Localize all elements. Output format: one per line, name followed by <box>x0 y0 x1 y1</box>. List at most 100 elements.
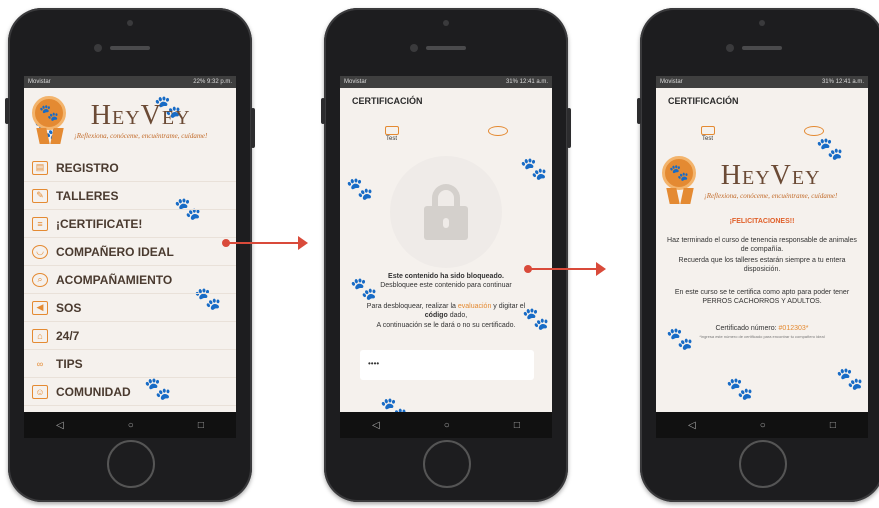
power-button <box>251 108 255 148</box>
menu-item-companero[interactable]: ◡ COMPAÑERO IDEAL <box>24 238 236 266</box>
recents-icon[interactable]: □ <box>514 420 520 431</box>
home-icon[interactable]: ○ <box>128 420 134 431</box>
certificate-icon: ≡ <box>32 216 48 231</box>
speaker <box>426 46 466 50</box>
camera <box>759 20 765 26</box>
code-word: código <box>424 312 448 320</box>
menu-item-label: TIPS <box>56 356 83 371</box>
code-input[interactable]: •••• <box>360 350 534 380</box>
home-icon[interactable]: ○ <box>444 420 450 431</box>
volume-button <box>637 98 641 124</box>
status-info: 22% 9:32 p.m. <box>193 79 232 85</box>
menu-item-label: 24/7 <box>56 328 80 343</box>
brand-name: HeyVey <box>720 160 821 191</box>
status-info: 31% 12:41 a.m. <box>821 79 864 85</box>
menu-item-sos[interactable]: ◀ SOS <box>24 294 236 322</box>
dog-icon: ◡ <box>32 244 48 259</box>
menu-item-acompanamiento[interactable]: ⌕ ACOMPAÑAMIENTO <box>24 266 236 294</box>
tab-test[interactable]: Test <box>700 126 715 142</box>
lock-icon <box>424 184 468 240</box>
back-icon[interactable]: ◁ <box>688 420 696 431</box>
menu-item-label: SOS <box>56 300 82 315</box>
search-icon: ⌕ <box>32 272 48 287</box>
arrow-head <box>298 236 308 250</box>
instructions-text: Para desbloquear, realizar la <box>366 303 456 310</box>
document-icon <box>384 126 399 135</box>
brand-logo: 🐾 HeyVey ¡Reflexiona, conóceme, encuéntr… <box>24 88 236 148</box>
menu-item-label: COMUNIDAD <box>56 384 131 399</box>
certification-message: En este curso se te certifica como apto … <box>674 289 850 306</box>
arrow-dot <box>524 265 532 273</box>
tab-bar: Test <box>656 112 868 142</box>
certificate-icon <box>803 126 824 136</box>
camera <box>443 20 449 26</box>
screen-locked: Movistar 31% 12:41 a.m. 🐾 🐾 🐾 🐾 🐾 CERTIF… <box>340 76 552 438</box>
menu-item-label: ACOMPAÑAMIENTO <box>56 272 173 287</box>
bone-icon: ∞ <box>36 358 44 369</box>
paw-icon: 🐾 <box>520 156 548 181</box>
page-title: CERTIFICACIÓN <box>352 96 423 106</box>
megaphone-icon: ◀ <box>32 300 48 315</box>
home-button[interactable] <box>423 440 471 488</box>
camera <box>127 20 133 26</box>
id-card-icon: ▤ <box>32 160 48 175</box>
tab-certificate[interactable] <box>487 126 508 142</box>
back-icon[interactable]: ◁ <box>56 420 64 431</box>
menu-item-247[interactable]: ⌂ 24/7 <box>24 322 236 350</box>
screen-certified: Movistar 31% 12:41 a.m. 🐾 🐾 🐾 🐾 CERTIFIC… <box>656 76 868 438</box>
shop-icon: ⌂ <box>32 328 48 343</box>
home-icon[interactable]: ○ <box>760 420 766 431</box>
congrats-title: ¡FELICITACIONES!! <box>729 218 795 225</box>
speaker <box>110 46 150 50</box>
medal-icon: 🐾 <box>32 96 68 144</box>
tab-test[interactable]: Test <box>384 126 399 142</box>
power-button <box>567 108 571 148</box>
android-nav-bar: ◁ ○ □ <box>656 412 868 438</box>
tab-label: Test <box>385 136 397 142</box>
recents-icon[interactable]: □ <box>830 420 836 431</box>
lock-panel <box>390 156 502 268</box>
showcase: Movistar 22% 9:32 p.m. 🐾 🐾 🐾 🐾 🐾 🐾 HeyVe… <box>0 0 879 508</box>
instructions: Para desbloquear, realizar la evaluación… <box>348 302 544 330</box>
medal-icon: 🐾 <box>662 156 698 204</box>
back-icon[interactable]: ◁ <box>372 420 380 431</box>
recents-icon[interactable]: □ <box>198 420 204 431</box>
document-icon <box>700 126 715 135</box>
android-nav-bar: ◁ ○ □ <box>340 412 552 438</box>
flow-arrow <box>524 262 606 276</box>
screen-menu: Movistar 22% 9:32 p.m. 🐾 🐾 🐾 🐾 🐾 🐾 HeyVe… <box>24 76 236 438</box>
front-camera <box>410 44 418 52</box>
page-title: CERTIFICACIÓN <box>668 96 739 106</box>
instructions-text: dado, <box>449 312 468 320</box>
arrow-head <box>596 262 606 276</box>
home-button[interactable] <box>739 440 787 488</box>
status-info: 31% 12:41 a.m. <box>505 79 548 85</box>
evaluation-link[interactable]: evaluación <box>458 303 491 310</box>
community-icon: ☺ <box>32 384 48 399</box>
workshops-message: Recuerda que los talleres estarán siempr… <box>678 257 846 274</box>
course-message: Haz terminado el curso de tenencia respo… <box>667 237 857 254</box>
brand-name: HeyVey <box>90 100 191 131</box>
status-bar: Movistar 31% 12:41 a.m. <box>340 76 552 88</box>
carrier: Movistar <box>344 79 367 85</box>
menu-item-comunidad[interactable]: ☺ COMUNIDAD <box>24 378 236 406</box>
phone-locked: Movistar 31% 12:41 a.m. 🐾 🐾 🐾 🐾 🐾 CERTIF… <box>321 8 571 502</box>
tab-label: Test <box>701 136 713 142</box>
paw-icon: 🐾 <box>836 366 864 391</box>
android-nav-bar: ◁ ○ □ <box>24 412 236 438</box>
menu-item-certificate[interactable]: ≡ ¡CERTIFICATE! <box>24 210 236 238</box>
menu-item-label: TALLERES <box>56 188 119 203</box>
menu-item-tips[interactable]: ∞ TIPS <box>24 350 236 378</box>
certificate-label: Certificado número: <box>715 325 777 332</box>
arrow-dot <box>222 239 230 247</box>
menu-item-talleres[interactable]: ✎ TALLERES <box>24 182 236 210</box>
phone-certified: Movistar 31% 12:41 a.m. 🐾 🐾 🐾 🐾 CERTIFIC… <box>637 8 879 502</box>
tab-certificate[interactable] <box>803 126 824 142</box>
blocked-message: Este contenido ha sido bloqueado. Desblo… <box>348 272 544 290</box>
blocked-title: Este contenido ha sido bloqueado. <box>388 273 504 280</box>
carrier: Movistar <box>660 79 683 85</box>
status-bar: Movistar 31% 12:41 a.m. <box>656 76 868 88</box>
home-button[interactable] <box>107 440 155 488</box>
edit-icon: ✎ <box>32 188 48 203</box>
menu-item-registro[interactable]: ▤ REGISTRO <box>24 154 236 182</box>
